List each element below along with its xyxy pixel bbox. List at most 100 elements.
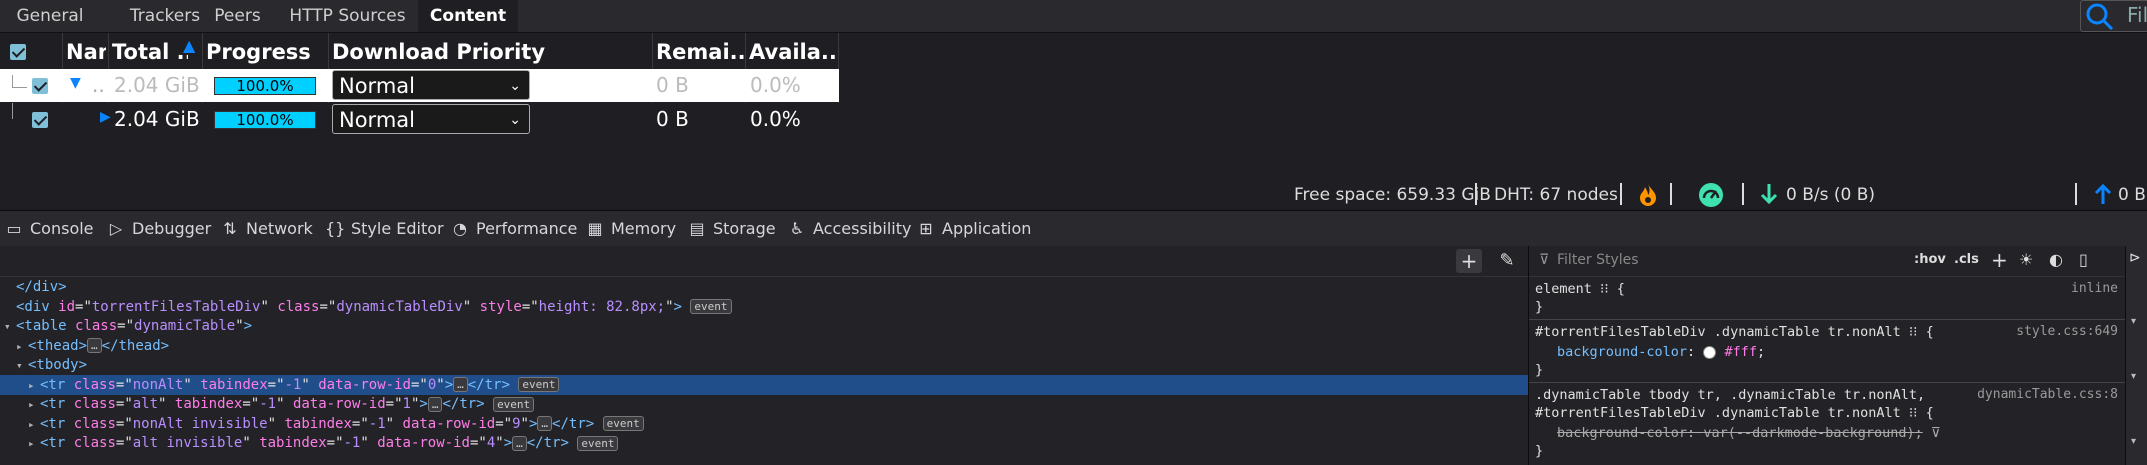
filter-icon[interactable]: ⊽ — [1931, 425, 1941, 441]
rule-source[interactable]: style.css:649 — [2016, 322, 2118, 342]
table-row[interactable]: ▼ .. 2.04 GiB 100.0% Normal ⌄ 0 B 0.0% — [0, 69, 839, 102]
tab-general[interactable]: General — [0, 0, 100, 32]
connection-status-icon[interactable] — [1698, 182, 1724, 213]
upload-speed-label: 0 B — [2118, 185, 2146, 205]
rule-declaration[interactable]: background-color: var(--darkmode-backgro… — [1557, 423, 1941, 443]
file-filter-placeholder: Fil — [2127, 3, 2147, 27]
expand-arrow-icon[interactable]: ▶ — [100, 109, 111, 125]
row-checkbox[interactable] — [32, 78, 48, 94]
collapsed-children-badge[interactable]: … — [453, 377, 468, 392]
collapsed-children-badge[interactable]: … — [427, 396, 443, 412]
markup-node[interactable]: ▸ <tr class="nonAlt invisible" tabindex="… — [0, 414, 1528, 434]
hov-toggle[interactable]: :hov — [1914, 252, 1946, 267]
priority-selected-value: Normal — [339, 74, 415, 98]
markup-node[interactable]: ▾ <table class="dynamicTable"> — [0, 316, 1528, 336]
priority-select[interactable]: Normal ⌄ — [332, 70, 530, 100]
torrent-properties-panel: General Trackers Peers HTTP Sources Cont… — [0, 0, 2147, 210]
file-availability: 0.0% — [750, 107, 801, 131]
event-badge[interactable]: event — [518, 377, 560, 392]
col-header-remaining[interactable]: Remai... — [656, 38, 744, 66]
performance-icon: ◔ — [453, 219, 467, 238]
rule-selector[interactable]: .dynamicTable tbody tr, .dynamicTable tr… — [1535, 385, 1925, 405]
markup-node[interactable]: ▸ <tr class="nonAlt" tabindex="-1" data-r… — [0, 374, 1528, 396]
rule-source[interactable]: inline — [2071, 279, 2118, 299]
rule-declaration[interactable]: background-color: #fff; — [1557, 342, 1765, 362]
markup-node[interactable]: ▸ <tr class="alt" tabindex="-1" data-row-… — [0, 394, 1528, 414]
col-header-availability[interactable]: Availa... — [749, 38, 837, 66]
event-badge[interactable]: event — [602, 416, 644, 431]
event-badge[interactable]: event — [493, 396, 535, 412]
tab-memory[interactable]: ▦ Memory — [585, 211, 676, 246]
status-bar: Free space: 659.33 GiB DHT: 67 nodes 0 B… — [0, 181, 2147, 209]
collapsed-children-badge[interactable]: … — [512, 435, 527, 451]
col-header-name[interactable]: Nam — [66, 38, 106, 66]
collapse-arrow-icon[interactable]: ▼ — [70, 75, 81, 91]
light-mode-icon[interactable]: ☀ — [2019, 250, 2033, 269]
expand-arrow-icon[interactable]: ▸ — [28, 434, 40, 454]
markup-node[interactable]: ▸ <tr class="alt invisible" tabindex="-1"… — [0, 433, 1528, 453]
filter-styles-input[interactable]: Filter Styles — [1557, 252, 1639, 268]
tab-network[interactable]: ⇅ Network — [220, 211, 313, 246]
col-header-progress[interactable]: Progress — [206, 38, 326, 66]
collapsed-children-badge[interactable]: … — [537, 416, 553, 431]
table-row[interactable]: ▶ 2.04 GiB 100.0% Normal ⌄ 0 B 0.0% — [0, 103, 839, 136]
dark-mode-icon[interactable]: ◐ — [2049, 250, 2063, 269]
file-filter-input[interactable]: Fil — [2080, 0, 2147, 32]
collapse-arrow-icon[interactable]: ▾ — [4, 317, 16, 337]
rule-selector[interactable]: #torrentFilesTableDiv .dynamicTable tr.n… — [1535, 403, 1934, 423]
chevron-down-icon[interactable]: ▾ — [2131, 436, 2136, 447]
tab-peers[interactable]: Peers — [205, 0, 270, 32]
tab-accessibility[interactable]: ♿ Accessibility — [787, 211, 912, 246]
progress-bar: 100.0% — [214, 77, 316, 95]
collapse-arrow-icon[interactable]: ▾ — [16, 356, 28, 376]
markup-node[interactable]: ▸ <thead>… </thead> — [0, 336, 1528, 356]
chevron-down-icon[interactable]: ▾ — [2131, 371, 2136, 382]
storage-icon: ▤ — [689, 219, 705, 238]
rule-selector[interactable]: #torrentFilesTableDiv .dynamicTable tr.n… — [1535, 322, 1934, 342]
collapsed-children-badge[interactable]: … — [87, 338, 102, 353]
file-total-size: 2.04 GiB — [114, 107, 200, 131]
download-speed-icon — [1760, 183, 1778, 210]
devtools-toolbar: ▭ Console ▷ Debugger ⇅ Network {} Style Edit… — [0, 210, 2147, 247]
add-rule-button[interactable]: + — [1991, 248, 2008, 272]
tab-content[interactable]: Content — [418, 0, 518, 32]
sidebar-toggle-icon[interactable]: ⊳ — [2129, 250, 2141, 266]
style-editor-icon: {} — [325, 219, 346, 238]
row-checkbox[interactable] — [32, 112, 48, 128]
rule-source[interactable]: dynamicTable.css:8 — [1977, 385, 2118, 405]
tab-debugger[interactable]: ▷ Debugger — [106, 211, 211, 246]
add-node-button[interactable]: + — [1456, 249, 1482, 273]
flame-icon[interactable] — [1637, 183, 1659, 212]
select-all-checkbox[interactable] — [10, 44, 26, 60]
tab-trackers[interactable]: Trackers — [110, 0, 220, 32]
event-badge[interactable]: event — [690, 299, 732, 314]
debugger-icon: ▷ — [109, 219, 123, 238]
expand-arrow-icon[interactable]: ▸ — [28, 395, 40, 415]
tab-http-sources[interactable]: HTTP Sources — [285, 0, 410, 32]
cls-toggle[interactable]: .cls — [1954, 252, 1979, 267]
tab-style-editor[interactable]: {} Style Editor — [325, 211, 444, 246]
expand-arrow-icon[interactable]: ▸ — [28, 415, 40, 435]
event-badge[interactable]: event — [577, 435, 619, 451]
col-header-total-size[interactable]: Total ... — [112, 38, 188, 66]
col-header-download-priority[interactable]: Download Priority — [332, 38, 652, 66]
eyedropper-icon[interactable]: ✎ — [1494, 249, 1520, 273]
tab-storage[interactable]: ▤ Storage — [687, 211, 775, 246]
priority-select[interactable]: Normal ⌄ — [332, 104, 530, 134]
accessibility-icon: ♿ — [789, 219, 805, 238]
markup-node[interactable]: </div> — [0, 277, 1528, 297]
tab-performance[interactable]: ◔ Performance — [450, 211, 577, 246]
filter-icon: ⊽ — [1539, 252, 1550, 268]
expand-arrow-icon[interactable]: ▸ — [28, 376, 40, 396]
network-icon: ⇅ — [223, 219, 237, 238]
tab-console[interactable]: ▭ Console — [4, 211, 93, 246]
color-swatch[interactable] — [1703, 345, 1717, 359]
markup-node[interactable]: ▾ <tbody> — [0, 355, 1528, 375]
rule-selector[interactable]: element ⁝⁝ { — [1535, 279, 1625, 299]
download-speed-label: 0 B/s (0 B) — [1786, 185, 1876, 205]
expand-arrow-icon[interactable]: ▸ — [16, 337, 28, 357]
markup-node[interactable]: <div id="torrentFilesTableDiv" class="dy… — [0, 297, 1528, 317]
chevron-down-icon[interactable]: ▾ — [2131, 316, 2136, 327]
tab-application[interactable]: ⊞ Application — [916, 211, 1031, 246]
print-media-icon[interactable]: ▯ — [2079, 250, 2088, 269]
